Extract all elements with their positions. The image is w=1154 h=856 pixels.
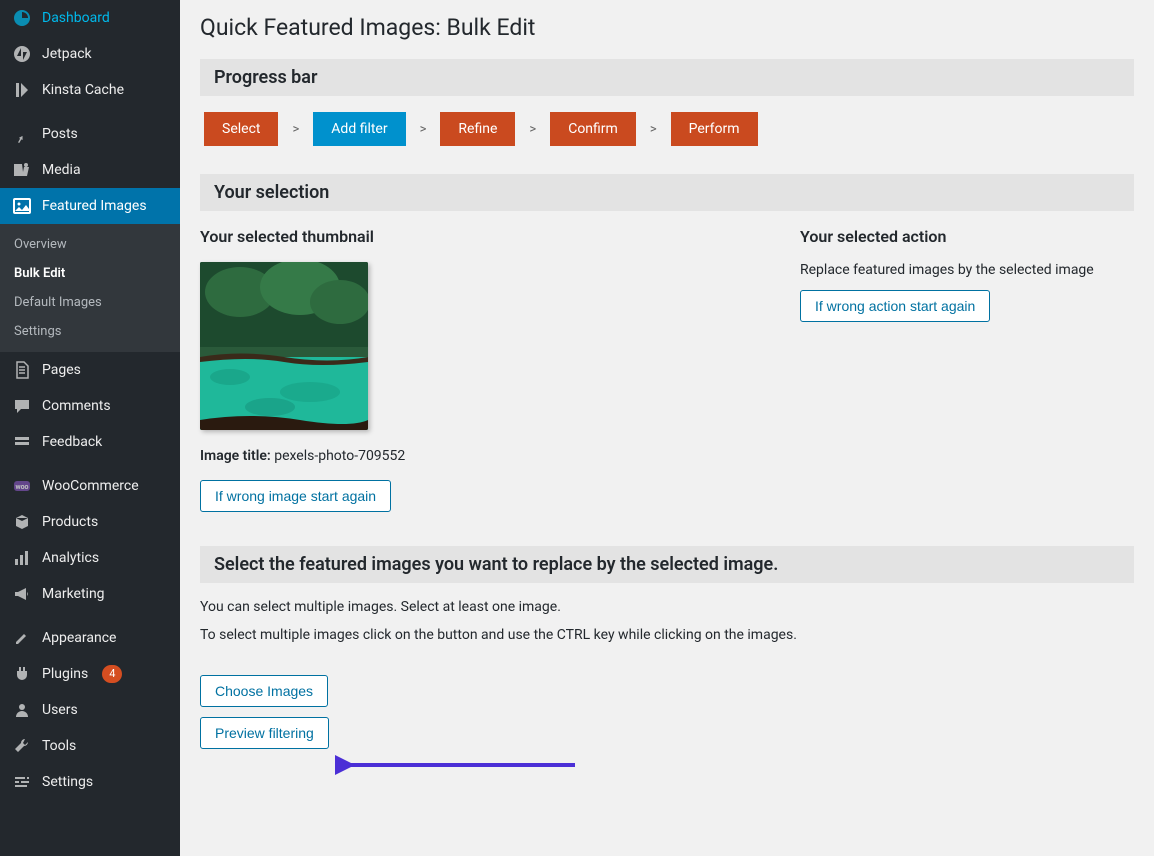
sidebar-item-label: Plugins [42, 666, 88, 682]
sidebar-item-label: Featured Images [42, 198, 147, 214]
sidebar-submenu: Overview Bulk Edit Default Images Settin… [0, 224, 180, 352]
preview-filtering-button[interactable]: Preview filtering [200, 717, 329, 749]
your-selection-header: Your selection [200, 174, 1134, 211]
step-add-filter[interactable]: Add filter [313, 112, 405, 146]
sidebar-item-posts[interactable]: Posts [0, 116, 180, 152]
plugins-icon [12, 664, 32, 684]
sidebar-item-woocommerce[interactable]: woo WooCommerce [0, 468, 180, 504]
media-icon [12, 160, 32, 180]
dashboard-icon [12, 8, 32, 28]
wrong-action-button[interactable]: If wrong action start again [800, 290, 990, 322]
sidebar-item-label: Analytics [42, 550, 99, 566]
page-title: Quick Featured Images: Bulk Edit [200, 14, 1134, 41]
sidebar-item-marketing[interactable]: Marketing [0, 576, 180, 612]
jetpack-icon [12, 44, 32, 64]
selected-thumbnail-column: Your selected thumbnail Image ti [200, 227, 740, 522]
sidebar-item-label: Feedback [42, 434, 102, 450]
sidebar-item-label: Pages [42, 362, 81, 378]
submenu-settings[interactable]: Settings [0, 317, 180, 346]
sidebar-item-label: Appearance [42, 630, 116, 646]
chevron-right-icon: > [646, 122, 661, 137]
sidebar-item-label: WooCommerce [42, 478, 139, 494]
sidebar-item-plugins[interactable]: Plugins 4 [0, 656, 180, 692]
thumbnail-heading: Your selected thumbnail [200, 227, 740, 246]
image-title-line: Image title: pexels-photo-709552 [200, 448, 740, 464]
sidebar-item-users[interactable]: Users [0, 692, 180, 728]
replace-desc-2: To select multiple images click on the b… [200, 627, 1134, 643]
step-confirm[interactable]: Confirm [550, 112, 636, 146]
submenu-default-images[interactable]: Default Images [0, 288, 180, 317]
sidebar-item-label: Marketing [42, 586, 105, 602]
step-refine[interactable]: Refine [440, 112, 515, 146]
sidebar-item-label: Posts [42, 126, 78, 142]
wrong-image-button[interactable]: If wrong image start again [200, 480, 391, 512]
feedback-icon [12, 432, 32, 452]
pages-icon [12, 360, 32, 380]
action-heading: Your selected action [800, 227, 1134, 246]
progress-bar-header: Progress bar [200, 59, 1134, 96]
submenu-bulk-edit[interactable]: Bulk Edit [0, 259, 180, 288]
submenu-overview[interactable]: Overview [0, 230, 180, 259]
image-title-label: Image title: [200, 448, 271, 464]
chevron-right-icon: > [416, 122, 431, 137]
sidebar-item-label: Tools [42, 738, 76, 754]
sidebar-item-tools[interactable]: Tools [0, 728, 180, 764]
replace-header: Select the featured images you want to r… [200, 546, 1134, 583]
sidebar-item-jetpack[interactable]: Jetpack [0, 36, 180, 72]
selected-action-column: Your selected action Replace featured im… [800, 227, 1134, 522]
progress-steps: Select > Add filter > Refine > Confirm >… [200, 112, 1134, 146]
chevron-right-icon: > [525, 122, 540, 137]
sidebar-item-label: Kinsta Cache [42, 82, 124, 98]
sidebar-item-kinsta[interactable]: Kinsta Cache [0, 72, 180, 108]
admin-sidebar: Dashboard Jetpack Kinsta Cache Posts Med… [0, 0, 180, 856]
kinsta-icon [12, 80, 32, 100]
sidebar-item-comments[interactable]: Comments [0, 388, 180, 424]
sidebar-item-label: Settings [42, 774, 93, 790]
choose-images-button[interactable]: Choose Images [200, 675, 328, 707]
sidebar-item-label: Users [42, 702, 78, 718]
marketing-icon [12, 584, 32, 604]
products-icon [12, 512, 32, 532]
sidebar-item-appearance[interactable]: Appearance [0, 620, 180, 656]
woo-icon: woo [12, 476, 32, 496]
selected-thumbnail-image [200, 262, 368, 430]
action-text: Replace featured images by the selected … [800, 262, 1134, 278]
main-content: Quick Featured Images: Bulk Edit Progres… [180, 0, 1154, 856]
appearance-icon [12, 628, 32, 648]
sidebar-item-label: Jetpack [42, 46, 92, 62]
plugins-badge: 4 [102, 665, 122, 683]
pin-icon [12, 124, 32, 144]
users-icon [12, 700, 32, 720]
sidebar-item-label: Comments [42, 398, 111, 414]
sidebar-item-analytics[interactable]: Analytics [0, 540, 180, 576]
chevron-right-icon: > [288, 122, 303, 137]
svg-text:woo: woo [15, 483, 28, 491]
analytics-icon [12, 548, 32, 568]
replace-desc-1: You can select multiple images. Select a… [200, 599, 1134, 615]
sidebar-item-label: Dashboard [42, 10, 110, 26]
step-perform[interactable]: Perform [671, 112, 758, 146]
sidebar-item-label: Media [42, 162, 81, 178]
featured-icon [12, 196, 32, 216]
image-title-value: pexels-photo-709552 [274, 448, 405, 464]
settings-icon [12, 772, 32, 792]
sidebar-item-featured-images[interactable]: Featured Images [0, 188, 180, 224]
sidebar-item-feedback[interactable]: Feedback [0, 424, 180, 460]
step-select[interactable]: Select [204, 112, 278, 146]
sidebar-item-dashboard[interactable]: Dashboard [0, 0, 180, 36]
sidebar-item-pages[interactable]: Pages [0, 352, 180, 388]
sidebar-item-products[interactable]: Products [0, 504, 180, 540]
sidebar-item-media[interactable]: Media [0, 152, 180, 188]
tools-icon [12, 736, 32, 756]
sidebar-item-label: Products [42, 514, 98, 530]
comments-icon [12, 396, 32, 416]
sidebar-item-settings[interactable]: Settings [0, 764, 180, 800]
